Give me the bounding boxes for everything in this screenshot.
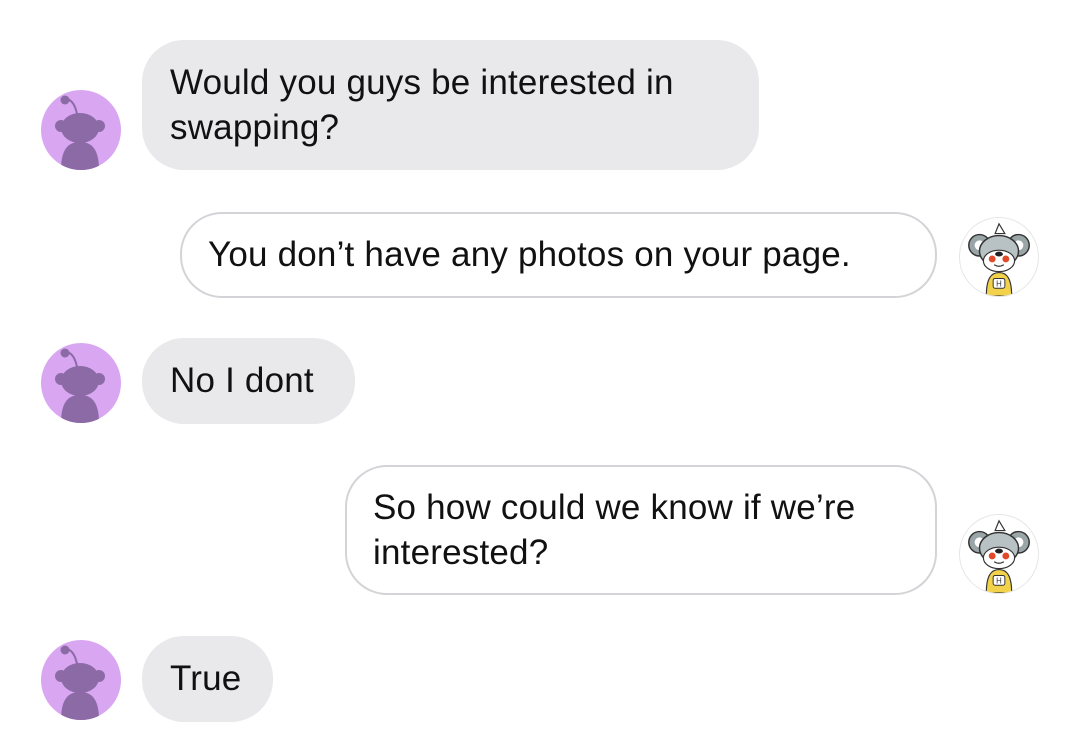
incoming-message-bubble[interactable]: True: [142, 636, 273, 722]
koala-snoo-icon: [960, 515, 1038, 593]
incoming-message-bubble[interactable]: No I dont: [142, 338, 355, 424]
message-text: You don’t have any photos on your page.: [208, 235, 851, 274]
my-avatar[interactable]: [959, 217, 1039, 297]
outgoing-message-bubble[interactable]: So how could we know if we’re interested…: [345, 465, 937, 595]
sender-avatar[interactable]: [41, 343, 121, 423]
message-text: So how could we know if we’re interested…: [373, 488, 856, 572]
my-avatar[interactable]: [959, 514, 1039, 594]
sender-avatar[interactable]: [41, 640, 121, 720]
snoo-silhouette-icon: [41, 640, 121, 720]
message-text: No I dont: [170, 361, 314, 400]
outgoing-message-bubble[interactable]: You don’t have any photos on your page.: [180, 212, 937, 298]
incoming-message-bubble[interactable]: Would you guys be interested in swapping…: [142, 40, 759, 170]
snoo-silhouette-icon: [41, 343, 121, 423]
message-text: Would you guys be interested in swapping…: [170, 63, 674, 147]
message-text: True: [170, 659, 242, 698]
snoo-silhouette-icon: [41, 90, 121, 170]
sender-avatar[interactable]: [41, 90, 121, 170]
koala-snoo-icon: [960, 218, 1038, 296]
